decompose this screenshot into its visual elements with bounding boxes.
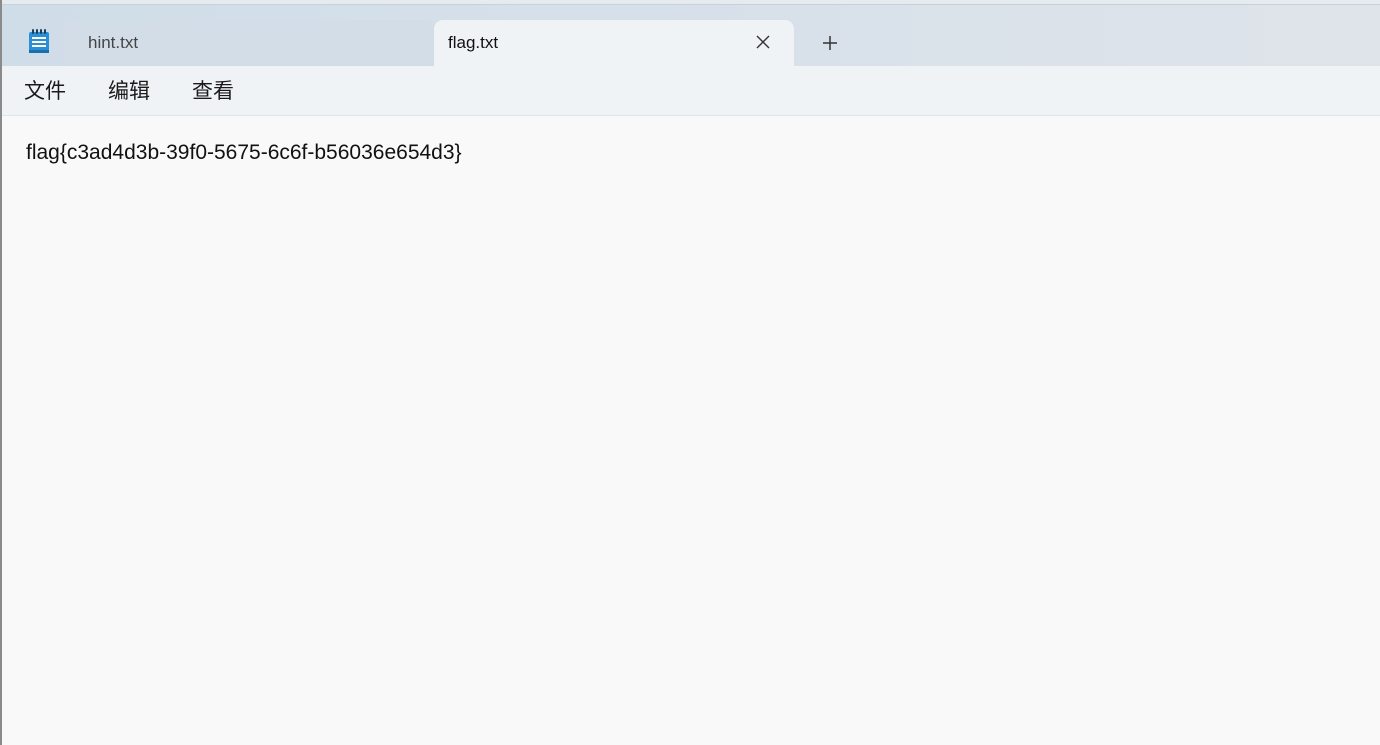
- plus-icon[interactable]: [817, 30, 843, 56]
- menu-file[interactable]: 文件: [24, 78, 66, 104]
- close-icon[interactable]: [754, 33, 772, 51]
- text-editor[interactable]: flag{c3ad4d3b-39f0-5675-6c6f-b56036e654d…: [2, 116, 1380, 745]
- tab-flag[interactable]: flag.txt: [434, 20, 794, 66]
- editor-content[interactable]: flag{c3ad4d3b-39f0-5675-6c6f-b56036e654d…: [26, 141, 462, 165]
- tab-label: hint.txt: [88, 33, 139, 52]
- tab-label: flag.txt: [448, 33, 499, 52]
- tab-strip: hint.txt flag.txt: [2, 0, 1380, 66]
- notepad-window: hint.txt flag.txt 文件 编辑 查看 flag{c3ad4d3b…: [0, 0, 1380, 745]
- menu-view[interactable]: 查看: [192, 78, 234, 104]
- notepad-icon: [29, 29, 49, 53]
- menu-edit[interactable]: 编辑: [108, 78, 150, 104]
- tab-hint[interactable]: hint.txt: [64, 20, 434, 66]
- title-top-edge: [2, 0, 1380, 5]
- menu-bar: 文件 编辑 查看: [2, 66, 1380, 116]
